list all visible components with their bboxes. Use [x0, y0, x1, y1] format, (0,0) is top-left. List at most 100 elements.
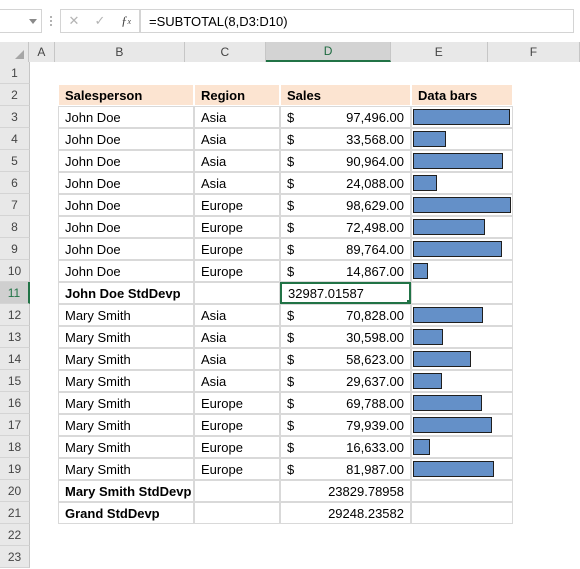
- column-header-c[interactable]: C: [184, 42, 267, 62]
- cell-region[interactable]: Europe: [194, 260, 280, 282]
- table-header-c[interactable]: Region: [194, 84, 280, 106]
- cell-sales[interactable]: $24,088.00: [280, 172, 411, 194]
- formula-bar-options-icon[interactable]: [42, 9, 60, 33]
- cell-data-bar[interactable]: [411, 370, 513, 392]
- cell-data-bar[interactable]: [411, 436, 513, 458]
- cell-region[interactable]: Asia: [194, 128, 280, 150]
- cell-subtotal-blank[interactable]: [194, 480, 280, 502]
- cell-region[interactable]: Asia: [194, 304, 280, 326]
- cell-region[interactable]: Asia: [194, 370, 280, 392]
- select-all-corner[interactable]: [0, 42, 29, 62]
- cell-sales[interactable]: $97,496.00: [280, 106, 411, 128]
- row-header-11[interactable]: 11: [0, 282, 30, 304]
- cell-salesperson[interactable]: John Doe: [58, 194, 194, 216]
- cell-sales[interactable]: $29,637.00: [280, 370, 411, 392]
- row-header-1[interactable]: 1: [0, 62, 30, 84]
- row-header-10[interactable]: 10: [0, 260, 30, 282]
- row-header-23[interactable]: 23: [0, 546, 30, 568]
- cell-salesperson[interactable]: John Doe: [58, 172, 194, 194]
- cell-sales[interactable]: $79,939.00: [280, 414, 411, 436]
- cell-region[interactable]: Europe: [194, 392, 280, 414]
- cell-region[interactable]: Asia: [194, 348, 280, 370]
- cell-subtotal-value[interactable]: 29248.23582: [280, 502, 411, 524]
- row-header-14[interactable]: 14: [0, 348, 30, 370]
- cell-sales[interactable]: $89,764.00: [280, 238, 411, 260]
- cell-subtotal-bar-blank[interactable]: [411, 480, 513, 502]
- cell-sales[interactable]: $33,568.00: [280, 128, 411, 150]
- check-icon[interactable]: ✓: [87, 10, 113, 32]
- cell-salesperson[interactable]: Mary Smith: [58, 370, 194, 392]
- row-header-13[interactable]: 13: [0, 326, 30, 348]
- row-header-21[interactable]: 21: [0, 502, 30, 524]
- row-header-5[interactable]: 5: [0, 150, 30, 172]
- cell-region[interactable]: Europe: [194, 238, 280, 260]
- cell-sales[interactable]: $70,828.00: [280, 304, 411, 326]
- cell-data-bar[interactable]: [411, 392, 513, 414]
- cell-data-bar[interactable]: [411, 326, 513, 348]
- column-header-a[interactable]: A: [28, 42, 56, 62]
- chevron-down-icon[interactable]: [29, 18, 37, 24]
- table-header-e[interactable]: Data bars: [411, 84, 513, 106]
- row-header-16[interactable]: 16: [0, 392, 30, 414]
- row-header-19[interactable]: 19: [0, 458, 30, 480]
- cell-region[interactable]: Europe: [194, 194, 280, 216]
- cell-region[interactable]: Asia: [194, 106, 280, 128]
- row-header-17[interactable]: 17: [0, 414, 30, 436]
- row-header-15[interactable]: 15: [0, 370, 30, 392]
- cell-sales[interactable]: $90,964.00: [280, 150, 411, 172]
- formula-input[interactable]: =SUBTOTAL(8,D3:D10): [140, 9, 574, 33]
- row-header-3[interactable]: 3: [0, 106, 30, 128]
- cell-sales[interactable]: $58,623.00: [280, 348, 411, 370]
- cell-salesperson[interactable]: John Doe: [58, 106, 194, 128]
- name-box[interactable]: [0, 9, 42, 33]
- cell-subtotal-blank[interactable]: [194, 282, 280, 304]
- cell-data-bar[interactable]: [411, 150, 513, 172]
- cell-data-bar[interactable]: [411, 238, 513, 260]
- cell-sales[interactable]: $72,498.00: [280, 216, 411, 238]
- row-header-12[interactable]: 12: [0, 304, 30, 326]
- row-header-8[interactable]: 8: [0, 216, 30, 238]
- fx-icon[interactable]: ƒx: [113, 10, 139, 32]
- cell-region[interactable]: Europe: [194, 458, 280, 480]
- cell-region[interactable]: Europe: [194, 414, 280, 436]
- cell-data-bar[interactable]: [411, 304, 513, 326]
- cell-data-bar[interactable]: [411, 414, 513, 436]
- cell-salesperson[interactable]: Mary Smith: [58, 348, 194, 370]
- cell-data-bar[interactable]: [411, 194, 513, 216]
- cell-data-bar[interactable]: [411, 106, 513, 128]
- cell-salesperson[interactable]: Mary Smith: [58, 458, 194, 480]
- cell-data-bar[interactable]: [411, 172, 513, 194]
- cell-subtotal-label[interactable]: John Doe StdDevp: [58, 282, 194, 304]
- cell-salesperson[interactable]: Mary Smith: [58, 414, 194, 436]
- column-header-e[interactable]: E: [390, 42, 488, 62]
- row-header-2[interactable]: 2: [0, 84, 30, 106]
- cell-salesperson[interactable]: John Doe: [58, 260, 194, 282]
- cell-salesperson[interactable]: John Doe: [58, 216, 194, 238]
- row-header-18[interactable]: 18: [0, 436, 30, 458]
- cell-data-bar[interactable]: [411, 348, 513, 370]
- cell-sales[interactable]: $16,633.00: [280, 436, 411, 458]
- cell-subtotal-bar-blank[interactable]: [411, 502, 513, 524]
- cell-data-bar[interactable]: [411, 128, 513, 150]
- row-header-7[interactable]: 7: [0, 194, 30, 216]
- column-header-d[interactable]: D: [266, 42, 391, 62]
- cell-subtotal-label[interactable]: Mary Smith StdDevp: [58, 480, 194, 502]
- cell-subtotal-blank[interactable]: [194, 502, 280, 524]
- cell-data-bar[interactable]: [411, 260, 513, 282]
- cell-region[interactable]: Asia: [194, 172, 280, 194]
- cell-salesperson[interactable]: John Doe: [58, 128, 194, 150]
- row-header-9[interactable]: 9: [0, 238, 30, 260]
- cell-salesperson[interactable]: Mary Smith: [58, 304, 194, 326]
- cell-region[interactable]: Europe: [194, 216, 280, 238]
- row-header-20[interactable]: 20: [0, 480, 30, 502]
- cell-subtotal-bar-blank[interactable]: [411, 282, 513, 304]
- cell-sales[interactable]: $81,987.00: [280, 458, 411, 480]
- cell-sales[interactable]: $30,598.00: [280, 326, 411, 348]
- cell-region[interactable]: Asia: [194, 150, 280, 172]
- cell-salesperson[interactable]: Mary Smith: [58, 436, 194, 458]
- cell-salesperson[interactable]: Mary Smith: [58, 326, 194, 348]
- cell-sales[interactable]: $69,788.00: [280, 392, 411, 414]
- row-header-4[interactable]: 4: [0, 128, 30, 150]
- cell-subtotal-value[interactable]: 32987.01587: [280, 282, 411, 304]
- cell-region[interactable]: Asia: [194, 326, 280, 348]
